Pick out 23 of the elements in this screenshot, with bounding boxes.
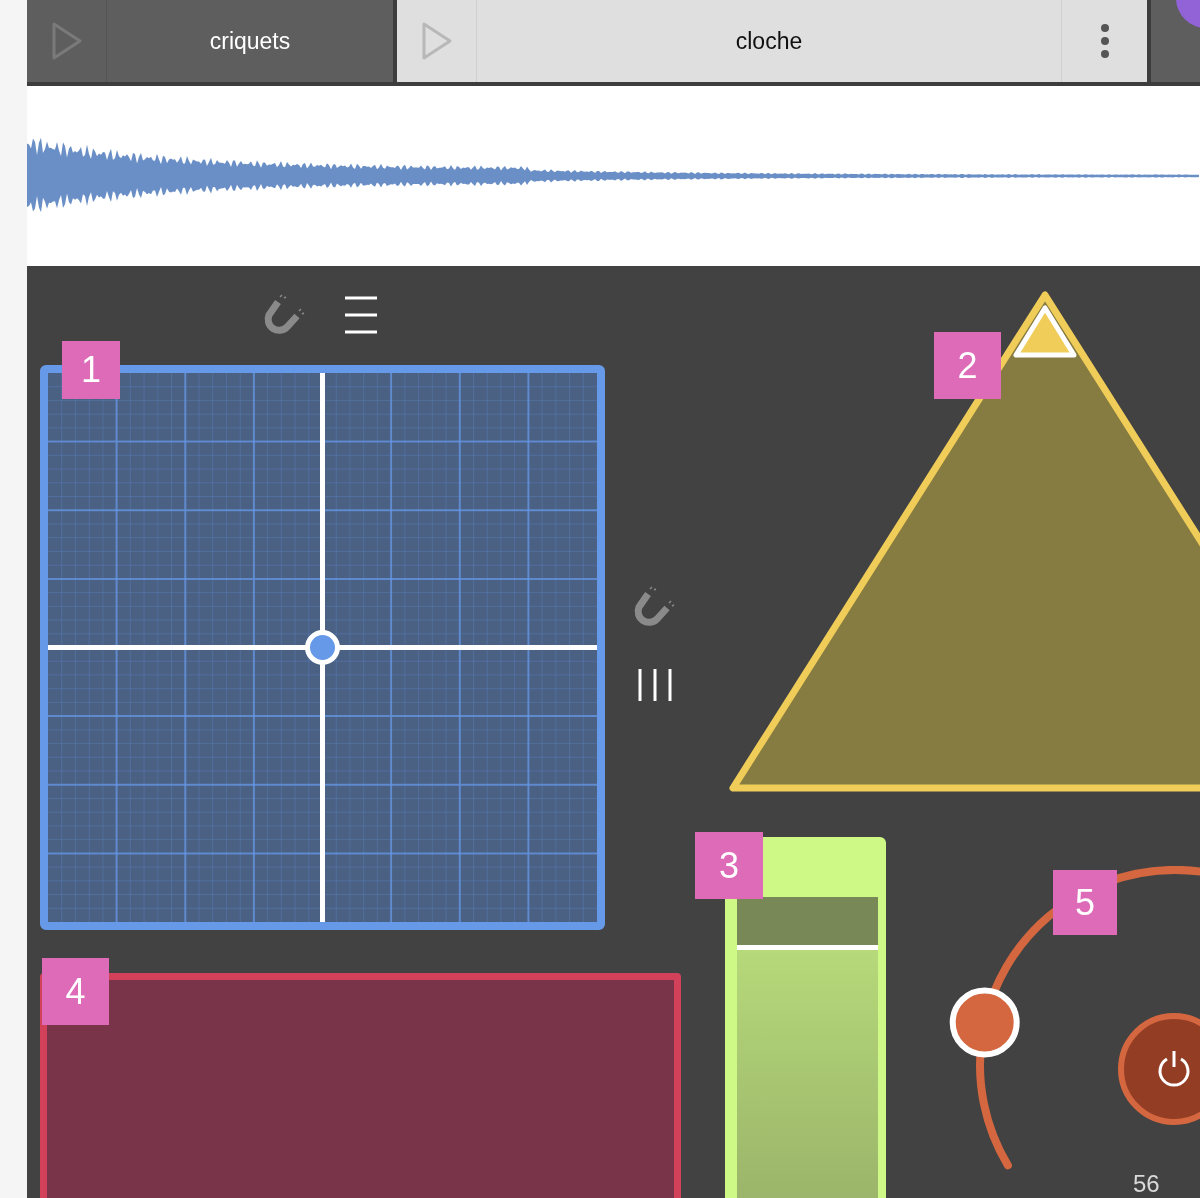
- badge: 1: [62, 341, 120, 399]
- knob-handle[interactable]: [949, 987, 1020, 1058]
- triangle-handle[interactable]: [1013, 305, 1077, 358]
- tab[interactable]: criquets: [27, 0, 393, 82]
- magnet-icon: [632, 586, 676, 628]
- snap-button[interactable]: [262, 294, 306, 336]
- touch-pad[interactable]: [40, 973, 681, 1198]
- badge: 2: [934, 332, 1001, 399]
- power-button[interactable]: [1118, 1013, 1200, 1125]
- tab-label[interactable]: criquets: [209, 23, 291, 59]
- badge: 3: [695, 832, 763, 899]
- snap-button[interactable]: [632, 586, 676, 628]
- badge: 5: [1053, 870, 1117, 935]
- magnet-icon: [262, 294, 306, 336]
- knob-value: 56: [1133, 1169, 1160, 1198]
- pad-handle[interactable]: [305, 630, 340, 665]
- layout-button[interactable]: [343, 294, 379, 336]
- badge: 4: [42, 958, 109, 1025]
- menu-icon: [343, 294, 379, 336]
- more-icon: [1099, 23, 1110, 59]
- tab-label[interactable]: cloche: [735, 23, 803, 59]
- power-icon: [1156, 1049, 1192, 1089]
- tab[interactable]: cloche: [397, 0, 1147, 82]
